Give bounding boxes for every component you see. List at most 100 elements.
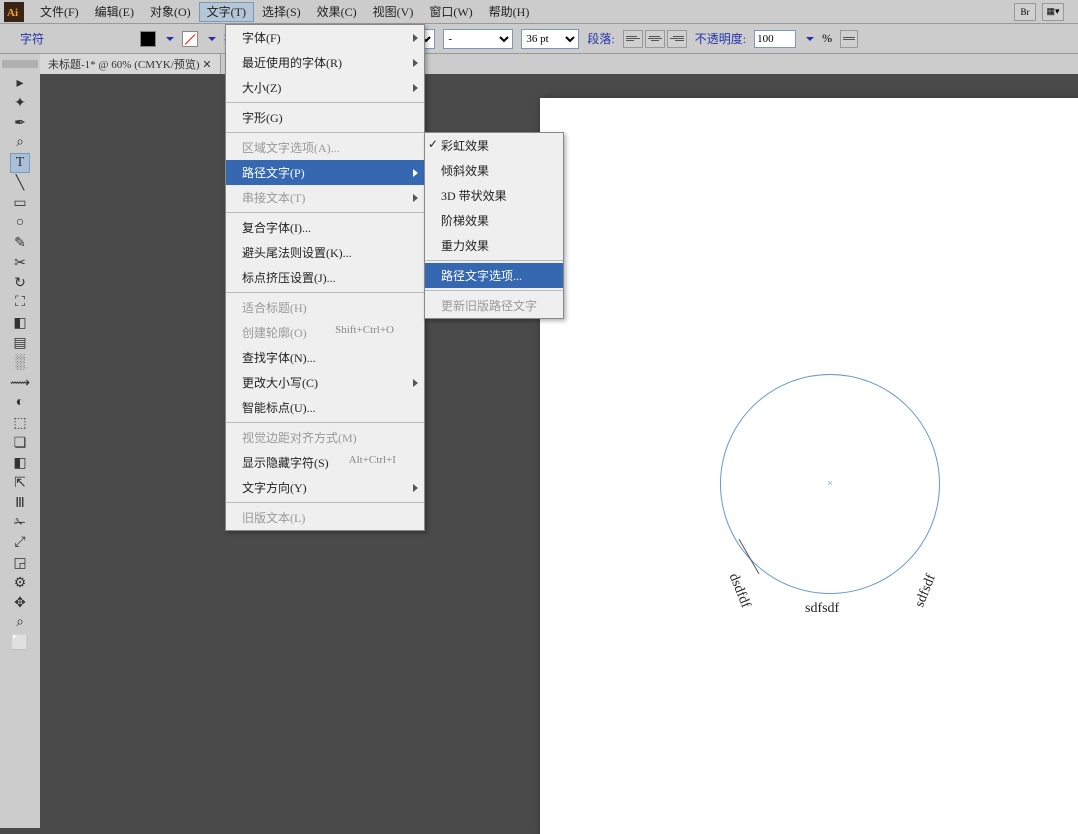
svg-text:Ai: Ai — [7, 7, 18, 19]
menu-6[interactable]: 视图(V) — [365, 2, 422, 22]
opacity-input[interactable] — [754, 30, 796, 48]
tool-28[interactable]: ⬜ — [10, 633, 30, 653]
tool-11[interactable]: ⛶ — [10, 293, 30, 313]
tool-3[interactable]: ⌕ — [10, 133, 30, 153]
tool-12[interactable]: ◧ — [10, 313, 30, 333]
tool-handle[interactable] — [2, 60, 38, 68]
tool-19[interactable]: ◧ — [10, 453, 30, 473]
control-bar: 字符 描边 字符: Adobe 宋体 Std L - 36 pt 段落: 不透明… — [0, 24, 1078, 54]
menu-item[interactable]: 显示隐藏字符(S)Alt+Ctrl+I — [226, 450, 424, 475]
menu-item[interactable]: 大小(Z) — [226, 75, 424, 100]
menu-item: 区域文字选项(A)... — [226, 135, 424, 160]
menu-0[interactable]: 文件(F) — [32, 2, 87, 22]
opacity-unit: % — [822, 31, 832, 46]
menu-4[interactable]: 选择(S) — [254, 2, 309, 22]
tool-25[interactable]: ⚙ — [10, 573, 30, 593]
menu-8[interactable]: 帮助(H) — [481, 2, 538, 22]
menu-5[interactable]: 效果(C) — [309, 2, 365, 22]
tool-0[interactable]: ▸ — [10, 73, 30, 93]
tool-13[interactable]: ▤ — [10, 333, 30, 353]
extra-button[interactable] — [840, 30, 858, 48]
font-style-select[interactable]: - — [443, 29, 513, 49]
menu-3[interactable]: 文字(T) — [199, 2, 254, 22]
menu-1[interactable]: 编辑(E) — [87, 2, 142, 22]
menu-item: 创建轮廓(O)Shift+Ctrl+O — [226, 320, 424, 345]
menu-item: 视觉边距对齐方式(M) — [226, 425, 424, 450]
tool-21[interactable]: Ⅲ — [10, 493, 30, 513]
tool-20[interactable]: ⇱ — [10, 473, 30, 493]
menu-item[interactable]: 阶梯效果 — [425, 208, 563, 233]
tool-16[interactable]: ◐ — [10, 393, 30, 413]
menu-item[interactable]: 标点挤压设置(J)... — [226, 265, 424, 290]
tool-23[interactable]: ⤢ — [10, 533, 30, 553]
center-mark-icon: × — [827, 479, 833, 490]
path-text-2[interactable]: sdfsdf — [805, 601, 839, 617]
menu-item[interactable]: 3D 带状效果 — [425, 183, 563, 208]
tool-2[interactable]: ✒ — [10, 113, 30, 133]
menu-item[interactable]: 路径文字选项... — [425, 263, 563, 288]
tool-7[interactable]: ○ — [10, 213, 30, 233]
menu-bar: Ai 文件(F)编辑(E)对象(O)文字(T)选择(S)效果(C)视图(V)窗口… — [0, 0, 1078, 24]
font-size-select[interactable]: 36 pt — [521, 29, 579, 49]
opacity-label: 不透明度: — [695, 30, 746, 47]
menu-item[interactable]: 字形(G) — [226, 105, 424, 130]
menu-item: 适合标题(H) — [226, 295, 424, 320]
character-panel-link[interactable]: 字符 — [20, 30, 44, 47]
menu-item: 串接文本(T) — [226, 185, 424, 210]
document-tab-bar: 未标题-1* @ 60% (CMYK/预览) ✕ — [40, 54, 1078, 74]
menu-item[interactable]: 查找字体(N)... — [226, 345, 424, 370]
menu-item[interactable]: 复合字体(I)... — [226, 215, 424, 240]
tool-10[interactable]: ↻ — [10, 273, 30, 293]
tool-17[interactable]: ⬚ — [10, 413, 30, 433]
close-icon[interactable]: ✕ — [202, 59, 211, 71]
menu-7[interactable]: 窗口(W) — [421, 2, 480, 22]
circle-path-group: × dsdfdf sdfsdf sdfsdf — [720, 374, 940, 594]
align-left-button[interactable] — [623, 30, 643, 48]
document-tab[interactable]: 未标题-1* @ 60% (CMYK/预览) ✕ — [40, 54, 221, 74]
type-menu-dropdown[interactable]: 字体(F)最近使用的字体(R)大小(Z) 字形(G) 区域文字选项(A)...路径文… — [225, 24, 425, 531]
path-text-3[interactable]: sdfsdf — [912, 572, 940, 610]
tool-27[interactable]: ⌕ — [10, 613, 30, 633]
paragraph-link[interactable]: 段落: — [587, 30, 614, 47]
tool-6[interactable]: ▭ — [10, 193, 30, 213]
tool-4[interactable]: T — [10, 153, 30, 173]
menu-item[interactable]: 彩虹效果✓ — [425, 133, 563, 158]
menu-item[interactable]: 重力效果 — [425, 233, 563, 258]
app-logo: Ai — [4, 2, 24, 22]
fill-swatch[interactable] — [140, 31, 156, 47]
tool-22[interactable]: ✁ — [10, 513, 30, 533]
tool-8[interactable]: ✎ — [10, 233, 30, 253]
align-group — [623, 30, 687, 48]
layout-icon[interactable]: ▦▾ — [1042, 3, 1064, 21]
tool-5[interactable]: ╲ — [10, 173, 30, 193]
tool-1[interactable]: ✦ — [10, 93, 30, 113]
tool-24[interactable]: ◲ — [10, 553, 30, 573]
tool-26[interactable]: ✥ — [10, 593, 30, 613]
tool-9[interactable]: ✂ — [10, 253, 30, 273]
align-right-button[interactable] — [667, 30, 687, 48]
path-text-1[interactable]: dsdfdf — [725, 571, 753, 610]
menu-item[interactable]: 最近使用的字体(R) — [226, 50, 424, 75]
menu-item[interactable]: 文字方向(Y) — [226, 475, 424, 500]
menu-item[interactable]: 更改大小写(C) — [226, 370, 424, 395]
menubar-right-icons: Br ▦▾ — [1014, 3, 1064, 21]
tool-18[interactable]: ❏ — [10, 433, 30, 453]
toolbar: ▸✦✒⌕T╲▭○✎✂↻⛶◧▤░⟿◐⬚❏◧⇱Ⅲ✁⤢◲⚙✥⌕⬜ — [0, 54, 40, 828]
align-center-button[interactable] — [645, 30, 665, 48]
menu-item[interactable]: 字体(F) — [226, 25, 424, 50]
circle-path[interactable]: × dsdfdf sdfsdf sdfsdf — [720, 374, 940, 594]
menu-item[interactable]: 倾斜效果 — [425, 158, 563, 183]
artboard: × dsdfdf sdfsdf sdfsdf — [540, 98, 1078, 834]
tool-15[interactable]: ⟿ — [10, 373, 30, 393]
menu-item[interactable]: 路径文字(P) — [226, 160, 424, 185]
stroke-swatch[interactable] — [182, 31, 198, 47]
path-lead-line — [739, 539, 760, 574]
tool-14[interactable]: ░ — [10, 353, 30, 373]
bridge-icon[interactable]: Br — [1014, 3, 1036, 21]
menu-item[interactable]: 避头尾法则设置(K)... — [226, 240, 424, 265]
menu-item[interactable]: 智能标点(U)... — [226, 395, 424, 420]
path-type-submenu[interactable]: 彩虹效果✓倾斜效果3D 带状效果阶梯效果重力效果路径文字选项... 更新旧版路径文… — [424, 132, 564, 319]
menu-item: 更新旧版路径文字 — [425, 293, 563, 318]
menu-item: 旧版文本(L) — [226, 505, 424, 530]
menu-2[interactable]: 对象(O) — [142, 2, 199, 22]
